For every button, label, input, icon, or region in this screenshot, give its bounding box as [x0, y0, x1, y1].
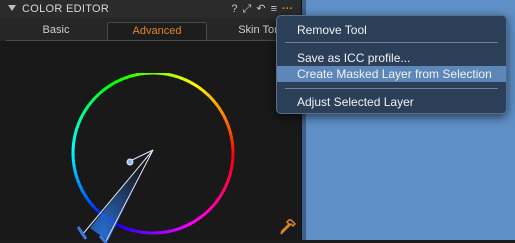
hue-ring[interactable]: [73, 73, 233, 233]
collapse-triangle-icon[interactable]: [8, 5, 16, 11]
tab-basic[interactable]: Basic: [6, 22, 106, 39]
menu-separator: [285, 88, 498, 89]
menu-item-save-icc[interactable]: Save as ICC profile...: [277, 50, 506, 66]
panel-header-icons: ? ⤢ ↶ ≡ ···: [231, 2, 293, 16]
reset-icon[interactable]: ↶: [256, 2, 265, 16]
eyedropper-icon[interactable]: [279, 218, 297, 236]
menu-item-adjust-selected-layer[interactable]: Adjust Selected Layer: [277, 94, 506, 110]
menu-item-label: Create Masked Layer from Selection: [297, 66, 492, 82]
presets-menu-icon[interactable]: ≡: [271, 2, 277, 16]
selection-edge-line[interactable]: [82, 150, 153, 235]
tab-advanced[interactable]: Advanced: [107, 22, 207, 40]
more-options-icon[interactable]: ···: [282, 2, 293, 16]
color-editor-panel: COLOR EDITOR ? ⤢ ↶ ≡ ··· Basic Advanced …: [0, 0, 302, 240]
tool-options-menu: Remove Tool Save as ICC profile... Creat…: [276, 15, 507, 114]
color-wheel[interactable]: [60, 73, 240, 243]
panel-header: COLOR EDITOR ? ⤢ ↶ ≡ ···: [0, 0, 301, 18]
menu-item-label: Remove Tool: [297, 22, 367, 38]
color-wheel-area: [0, 41, 301, 240]
help-icon[interactable]: ?: [231, 2, 237, 16]
editor-tabs: Basic Advanced Skin Tor: [6, 22, 306, 41]
menu-separator: [285, 42, 498, 43]
menu-item-label: Save as ICC profile...: [297, 50, 410, 66]
copy-apply-icon[interactable]: ⤢: [243, 2, 252, 16]
panel-title: COLOR EDITOR: [22, 3, 109, 15]
menu-item-label: Adjust Selected Layer: [297, 94, 414, 110]
menu-item-create-masked-layer[interactable]: Create Masked Layer from Selection: [277, 66, 506, 82]
selection-handle[interactable]: [127, 159, 133, 165]
range-handle[interactable]: [78, 227, 86, 239]
menu-item-remove-tool[interactable]: Remove Tool: [277, 22, 506, 38]
